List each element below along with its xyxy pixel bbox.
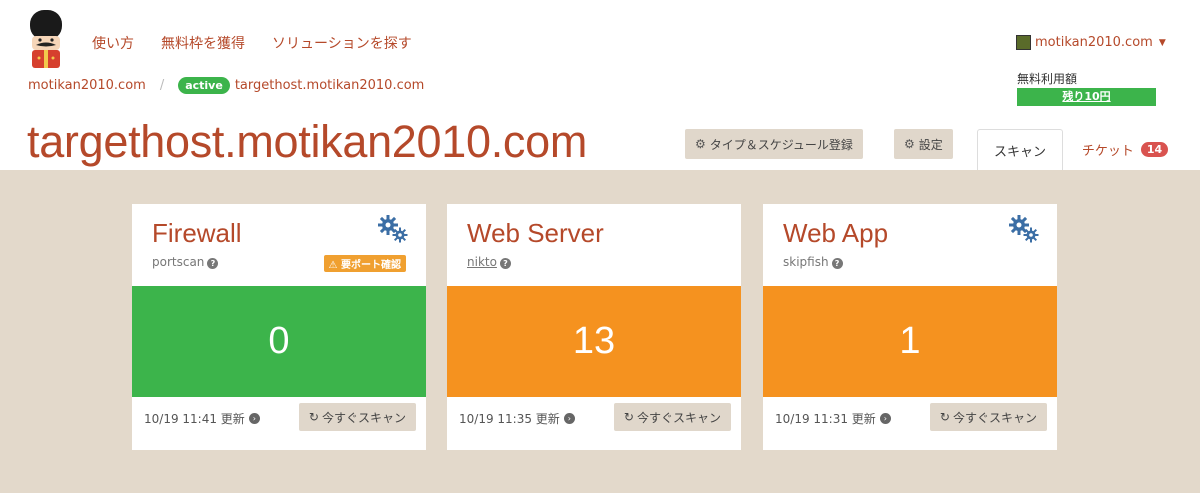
ticket-count-badge: 14	[1140, 142, 1169, 157]
card-title: Web Server	[467, 218, 604, 248]
schedule-button[interactable]: ⚙ タイプ＆スケジュール登録	[685, 129, 863, 159]
guard-mascot-logo-icon[interactable]	[24, 8, 68, 70]
arrow-circle-right-icon: ›	[879, 413, 891, 424]
card-tool: portscan?	[152, 255, 219, 269]
breadcrumb-root[interactable]: motikan2010.com	[28, 78, 146, 93]
updated-label: 10/19 11:31 更新	[775, 412, 876, 426]
page-title: targethost.motikan2010.com	[27, 116, 588, 167]
gears-icon: ⚙	[695, 137, 706, 151]
scan-now-button[interactable]: ↻ 今すぐスキャン	[929, 403, 1047, 431]
user-name: motikan2010.com	[1035, 35, 1153, 50]
breadcrumb: motikan2010.com / active targethost.moti…	[28, 77, 424, 94]
scan-now-label: 今すぐスキャン	[321, 410, 406, 425]
card-title: Firewall	[152, 218, 242, 248]
scan-now-label: 今すぐスキャン	[636, 410, 721, 425]
breadcrumb-current[interactable]: targethost.motikan2010.com	[235, 78, 425, 93]
nav-solutions[interactable]: ソリューションを探す	[272, 33, 412, 53]
scan-card-web-server: Web Server nikto? 13 10/19 11:35 更新 › ↻ 今…	[447, 204, 741, 450]
tab-scan-label: スキャン	[993, 144, 1046, 160]
question-circle-icon[interactable]: ?	[499, 258, 511, 269]
arrow-circle-right-icon: ›	[563, 413, 575, 424]
issue-count[interactable]: 13	[447, 286, 741, 397]
refresh-icon: ↻	[623, 410, 634, 424]
settings-button-label: 設定	[918, 137, 943, 152]
question-circle-icon[interactable]: ?	[831, 258, 843, 269]
gears-icon[interactable]	[376, 212, 408, 244]
scan-now-button[interactable]: ↻ 今すぐスキャン	[613, 403, 731, 431]
updated-time[interactable]: 10/19 11:41 更新 ›	[144, 410, 260, 427]
scan-card-web-app: Web App skipfish? 1 10/19 11:31 更新 › ↻ 今…	[763, 204, 1057, 450]
main-nav: 使い方 無料枠を獲得 ソリューションを探す	[92, 33, 439, 53]
updated-label: 10/19 11:41 更新	[144, 412, 245, 426]
avatar	[1016, 35, 1031, 50]
card-tool: skipfish?	[783, 255, 843, 269]
arrow-circle-right-icon: ›	[248, 413, 260, 424]
tab-scan[interactable]: スキャン	[977, 129, 1063, 170]
content-area: Firewall portscan? ⚠ 要ポート確認 0 10/19 11:4…	[0, 170, 1200, 493]
settings-button[interactable]: ⚙ 設定	[894, 129, 953, 159]
updated-time[interactable]: 10/19 11:31 更新 ›	[775, 410, 891, 427]
scan-card-firewall: Firewall portscan? ⚠ 要ポート確認 0 10/19 11:4…	[132, 204, 426, 450]
card-title: Web App	[783, 218, 889, 248]
question-circle-icon[interactable]: ?	[207, 258, 219, 269]
gears-icon: ⚙	[904, 137, 915, 151]
tool-name: skipfish	[783, 255, 829, 269]
usage-remaining-bar[interactable]: 残り10円	[1017, 88, 1156, 106]
tool-name: portscan	[152, 255, 205, 269]
refresh-icon: ↻	[939, 410, 950, 424]
scan-now-button[interactable]: ↻ 今すぐスキャン	[298, 403, 416, 431]
nav-free-quota[interactable]: 無料枠を獲得	[161, 33, 245, 53]
port-warning-badge: ⚠ 要ポート確認	[323, 255, 406, 272]
user-menu[interactable]: motikan2010.com ▼	[1016, 35, 1166, 50]
gears-icon[interactable]	[1007, 212, 1039, 244]
refresh-icon: ↻	[308, 410, 319, 424]
issue-count[interactable]: 1	[763, 286, 1057, 397]
header: 使い方 無料枠を獲得 ソリューションを探す motikan2010.com / …	[0, 0, 1200, 170]
breadcrumb-separator: /	[159, 78, 165, 93]
card-tool: nikto?	[467, 255, 511, 269]
tab-ticket-label: チケット	[1081, 144, 1134, 159]
updated-label: 10/19 11:35 更新	[459, 412, 560, 426]
tab-ticket[interactable]: チケット 14	[1070, 129, 1180, 170]
updated-time[interactable]: 10/19 11:35 更新 ›	[459, 410, 575, 427]
nav-how-to[interactable]: 使い方	[92, 33, 134, 53]
usage-label: 無料利用額	[1017, 72, 1078, 86]
tool-link[interactable]: nikto	[467, 255, 497, 269]
status-badge: active	[178, 77, 230, 94]
scan-now-label: 今すぐスキャン	[952, 410, 1037, 425]
issue-count[interactable]: 0	[132, 286, 426, 397]
schedule-button-label: タイプ＆スケジュール登録	[709, 137, 853, 152]
caret-down-icon: ▼	[1158, 37, 1166, 48]
